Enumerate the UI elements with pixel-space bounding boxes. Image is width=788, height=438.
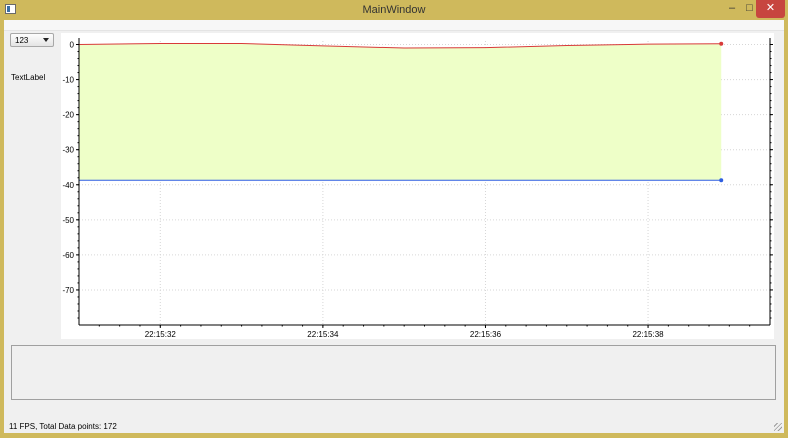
area-fill [79,43,722,181]
resize-grip-icon[interactable] [774,423,782,431]
y-tick-label: -20 [62,111,74,120]
client-area: 123 TextLabel 0 -10 -20 -30 -40 -50 -60 -70 22:1… [4,20,784,433]
combobox-value: 123 [15,36,29,45]
y-tick-label: -70 [62,286,74,295]
close-button[interactable]: ✕ [756,0,785,18]
y-tick-label: -30 [62,146,74,155]
maximize-button[interactable]: □ [743,0,756,18]
main-window: MainWindow – □ ✕ 123 TextLabel 0 -10 -20 -3… [0,0,788,438]
upper-series-endpoint [719,41,724,46]
value-combobox[interactable]: 123 [10,33,54,47]
y-tick-label: -40 [62,181,74,190]
text-label: TextLabel [11,73,46,82]
status-text: 11 FPS, Total Data points: 172 [9,422,117,431]
title-bar[interactable]: MainWindow – □ ✕ [0,0,788,20]
x-tick-label: 22:15:38 [632,330,664,339]
y-tick-label: -60 [62,251,74,260]
x-tick-label: 22:15:36 [470,330,502,339]
x-tick-label: 22:15:32 [145,330,177,339]
lower-series-endpoint [719,178,724,183]
minimize-button[interactable]: – [721,0,743,18]
chevron-down-icon[interactable] [43,38,49,42]
window-title: MainWindow [362,4,426,16]
y-tick-label: 0 [70,41,75,50]
y-tick-label: -50 [62,216,74,225]
plot-panel[interactable]: 0 -10 -20 -30 -40 -50 -60 -70 22:15:32 22:15:34 22… [61,33,774,339]
chart-svg: 0 -10 -20 -30 -40 -50 -60 -70 22:15:32 22:15:34 22… [62,38,773,339]
menu-bar [4,20,784,31]
output-panel[interactable] [11,345,776,400]
y-tick-label: -10 [62,76,74,85]
x-tick-label: 22:15:34 [307,330,339,339]
